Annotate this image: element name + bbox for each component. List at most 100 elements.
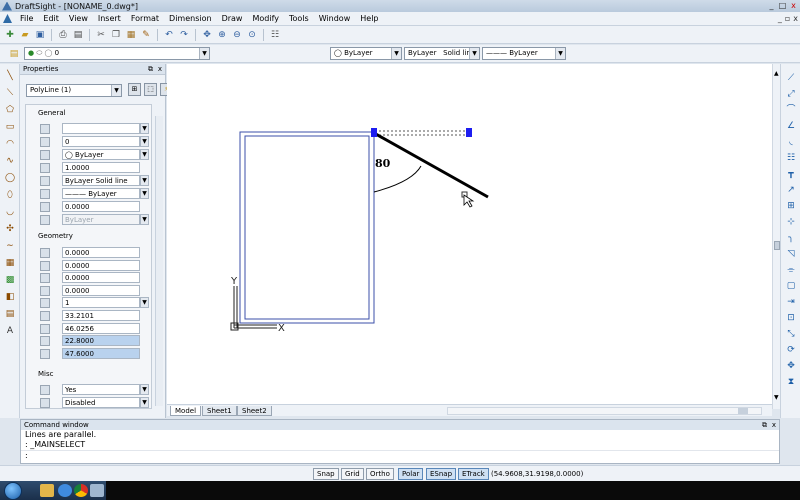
menu-format[interactable]: Format [126,14,164,23]
property-value[interactable]: 1.0000 [62,162,140,173]
infinite-line-tool-icon[interactable]: ⟍ [4,87,16,99]
doc-restore-button[interactable]: ▫ [785,14,790,23]
property-value[interactable]: 0.0000 [62,247,140,258]
fillet-icon[interactable]: ╮ [785,232,797,244]
chevron-down-icon[interactable]: ▼ [140,384,149,395]
property-row[interactable]: 0.0000 [26,247,153,259]
property-value[interactable]: 0.0000 [62,284,140,296]
open-icon[interactable]: ▰ [19,29,31,41]
selection-combo[interactable]: PolyLine (1) ▼ [26,84,122,97]
dimension-arc-icon[interactable]: ⌒ [785,104,797,116]
grip-start[interactable] [371,128,377,137]
dimension-aligned-icon[interactable]: ⤢ [785,88,797,100]
rectangle-tool-icon[interactable]: ▭ [4,121,16,133]
property-row[interactable]: 0.0000 [26,284,153,297]
menu-file[interactable]: File [15,14,38,23]
layer-manager-icon[interactable]: ▤ [8,48,20,60]
property-value[interactable]: Disabled [62,396,140,408]
property-row[interactable]: ◯ ByLayer ▼ [26,149,153,161]
freehand-tool-icon[interactable]: ∼ [4,240,16,252]
circle-tool-icon[interactable]: ◯ [4,172,16,184]
chevron-down-icon[interactable]: ▼ [140,136,149,147]
menu-insert[interactable]: Insert [93,14,126,23]
chevron-down-icon[interactable]: ▼ [555,48,565,59]
color-combo[interactable]: ◯ ByLayer ▼ [330,47,402,60]
property-value[interactable]: 0.0000 [62,259,140,271]
command-window[interactable]: Command window ⧉ x Lines are parallel. :… [20,419,780,464]
minimize-button[interactable]: _ [767,1,776,10]
hatch-tool-icon[interactable]: ▦ [4,257,16,269]
chevron-down-icon[interactable]: ▼ [469,48,479,59]
chevron-down-icon[interactable]: ▼ [140,297,149,309]
ortho-toggle[interactable]: Ortho [366,468,394,480]
line-tool-icon[interactable]: ╲ [4,70,16,82]
grip-end[interactable] [466,128,472,137]
dimension-linear-icon[interactable]: ⟋ [785,72,797,84]
scale-icon[interactable]: ⊡ [785,312,797,324]
property-value[interactable]: ByLayer [62,214,140,225]
property-value[interactable]: Yes [62,384,140,395]
property-row[interactable]: 0.0000 [26,259,153,272]
property-row[interactable]: 46.0256 [26,322,153,335]
menu-tools[interactable]: Tools [284,14,314,23]
new-icon[interactable]: ✚ [4,29,16,41]
property-row[interactable]: 47.6000 [26,347,153,360]
close-icon[interactable]: x [158,64,162,75]
tab-sheet2[interactable]: Sheet2 [237,406,272,416]
property-value[interactable]: 0.0000 [62,272,140,284]
chevron-down-icon[interactable]: ▼ [140,396,149,408]
property-row[interactable]: ByLayer Solid line ▼ [26,175,153,187]
chamfer-icon[interactable]: ◹ [785,248,797,260]
mirror-icon[interactable]: ⧗ [785,376,797,388]
menu-draw[interactable]: Draw [217,14,248,23]
polar-toggle[interactable]: Polar [398,468,424,480]
menu-edit[interactable]: Edit [38,14,64,23]
menu-help[interactable]: Help [355,14,383,23]
region-tool-icon[interactable]: ◧ [4,291,16,303]
property-row[interactable]: ByLayer ▼ [26,214,153,226]
tab-sheet1[interactable]: Sheet1 [202,406,237,416]
drawing-canvas[interactable]: 80 Y X [167,64,772,404]
menu-dimension[interactable]: Dimension [164,14,217,23]
snap-toggle[interactable]: Snap [313,468,339,480]
chevron-down-icon[interactable]: ▼ [391,48,401,59]
property-row[interactable]: Disabled ▼ [26,396,153,409]
maximize-button[interactable]: □ [778,1,787,10]
property-row[interactable]: 0 ▼ [26,136,153,148]
select-entities-icon[interactable]: ⬚ [144,83,157,96]
property-value[interactable]: 33.2101 [62,310,140,321]
property-value[interactable]: 22.8000 [62,335,140,347]
dimension-baseline-icon[interactable]: ☷ [785,152,797,164]
dimension-angle-icon[interactable]: ∠ [785,120,797,132]
close-button[interactable]: x [789,1,798,10]
canvas-horizontal-scrollbar[interactable] [447,407,762,415]
chevron-down-icon[interactable]: ▼ [199,48,209,59]
table-tool-icon[interactable]: ▤ [4,308,16,320]
property-row[interactable]: 1 ▼ [26,297,153,309]
chevron-down-icon[interactable]: ▼ [140,214,149,225]
property-value[interactable]: ByLayer Solid line [62,175,140,186]
layer-combo[interactable]: ● ⬭ ◯ 0 ▼ [24,47,210,60]
print-preview-icon[interactable]: ▤ [72,29,84,41]
property-value[interactable]: 46.0256 [62,322,140,334]
property-row[interactable]: Yes ▼ [26,384,153,396]
property-value[interactable]: ◯ ByLayer [62,149,140,160]
ellipse-tool-icon[interactable]: ⬯ [4,189,16,201]
tab-model[interactable]: Model [170,406,202,416]
etrack-toggle[interactable]: ETrack [458,468,489,480]
draftsight-taskbar-icon[interactable] [90,484,104,497]
zoom-previous-icon[interactable]: ⊖ [231,29,243,41]
save-icon[interactable]: ▣ [34,29,46,41]
text-tool-icon[interactable]: A [4,325,16,337]
doc-minimize-button[interactable]: _ [778,14,782,23]
chevron-down-icon[interactable]: ▼ [140,149,149,160]
browser-icon[interactable] [58,484,72,497]
rotate-icon[interactable]: ⟳ [785,344,797,356]
selected-polyline[interactable] [373,131,489,199]
property-value[interactable]: 0.0000 [62,201,140,212]
property-row[interactable]: ▼ [26,123,153,135]
gradient-tool-icon[interactable]: ▩ [4,274,16,286]
lineweight-combo[interactable]: ——— ByLayer ▼ [482,47,566,60]
paste-icon[interactable]: ▦ [125,29,137,41]
toggle-pickadd-icon[interactable]: ⊞ [128,83,141,96]
